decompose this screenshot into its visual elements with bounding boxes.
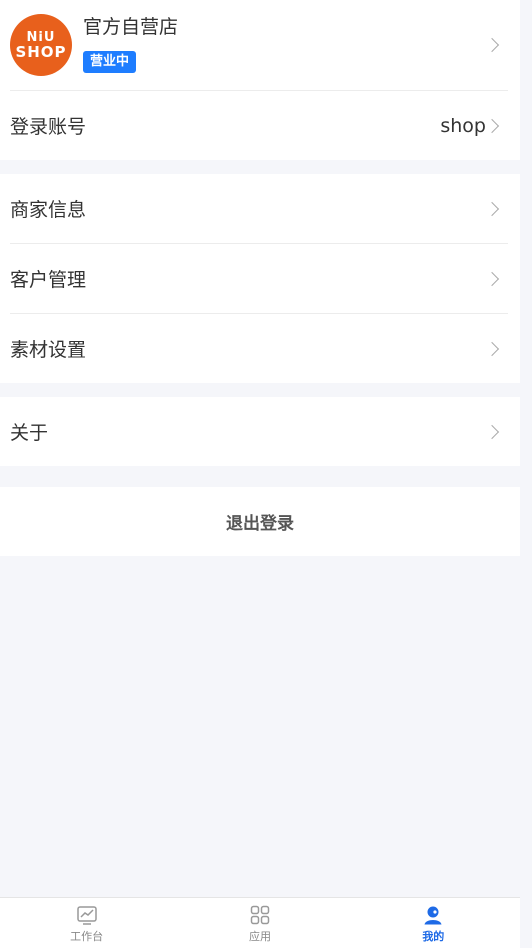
tab-label: 工作台: [70, 930, 104, 943]
status-badge: 营业中: [83, 50, 136, 73]
account-card: NiU SHOP 官方自营店 营业中 登录账号 shop: [0, 0, 520, 160]
menu-item-label: 商家信息: [10, 199, 87, 221]
login-account-label: 登录账号: [10, 116, 87, 138]
logout-button[interactable]: 退出登录: [0, 487, 520, 556]
menu-item-material-settings[interactable]: 素材设置: [0, 314, 520, 383]
tab-label: 应用: [248, 930, 271, 943]
store-info: 官方自营店 营业中: [83, 16, 178, 73]
menu-item-merchant-info[interactable]: 商家信息: [0, 174, 520, 243]
store-logo: NiU SHOP: [10, 14, 72, 76]
bottom-tab-bar: 工作台 应用 我的: [0, 897, 520, 948]
menu-item-label: 客户管理: [10, 269, 87, 291]
section-gap: [0, 466, 520, 487]
store-name: 官方自营店: [83, 15, 179, 38]
menu-item-customer-management[interactable]: 客户管理: [0, 244, 520, 313]
section-gap: [0, 383, 520, 397]
tab-apps[interactable]: 应用: [173, 898, 346, 948]
store-header[interactable]: NiU SHOP 官方自营店 营业中: [0, 0, 520, 90]
chevron-right-icon: [488, 426, 500, 438]
tab-workbench[interactable]: 工作台: [0, 898, 173, 948]
chevron-right-icon: [488, 273, 500, 285]
logo-text-line2: SHOP: [15, 42, 67, 61]
user-icon: [424, 906, 442, 925]
logo-text-line1: NiU: [26, 29, 56, 45]
chevron-right-icon: [488, 39, 500, 51]
chart-icon: [76, 906, 97, 925]
menu-item-label: 素材设置: [10, 339, 87, 361]
login-account-row[interactable]: 登录账号 shop: [0, 91, 520, 160]
chevron-right-icon: [488, 343, 500, 355]
menu-group-1: 商家信息 客户管理 素材设置: [0, 174, 520, 383]
chevron-right-icon: [488, 203, 500, 215]
section-gap: [0, 160, 520, 174]
tab-mine[interactable]: 我的: [347, 898, 520, 948]
profile-page: NiU SHOP 官方自营店 营业中 登录账号 shop 商家信息 客户管理 素…: [0, 0, 520, 948]
tab-label: 我的: [422, 930, 445, 943]
grid-icon: [250, 905, 270, 925]
chevron-right-icon: [488, 120, 500, 132]
menu-item-about[interactable]: 关于: [0, 397, 520, 466]
menu-group-2: 关于: [0, 397, 520, 466]
menu-item-label: 关于: [10, 422, 49, 444]
login-account-value: shop: [440, 114, 486, 137]
